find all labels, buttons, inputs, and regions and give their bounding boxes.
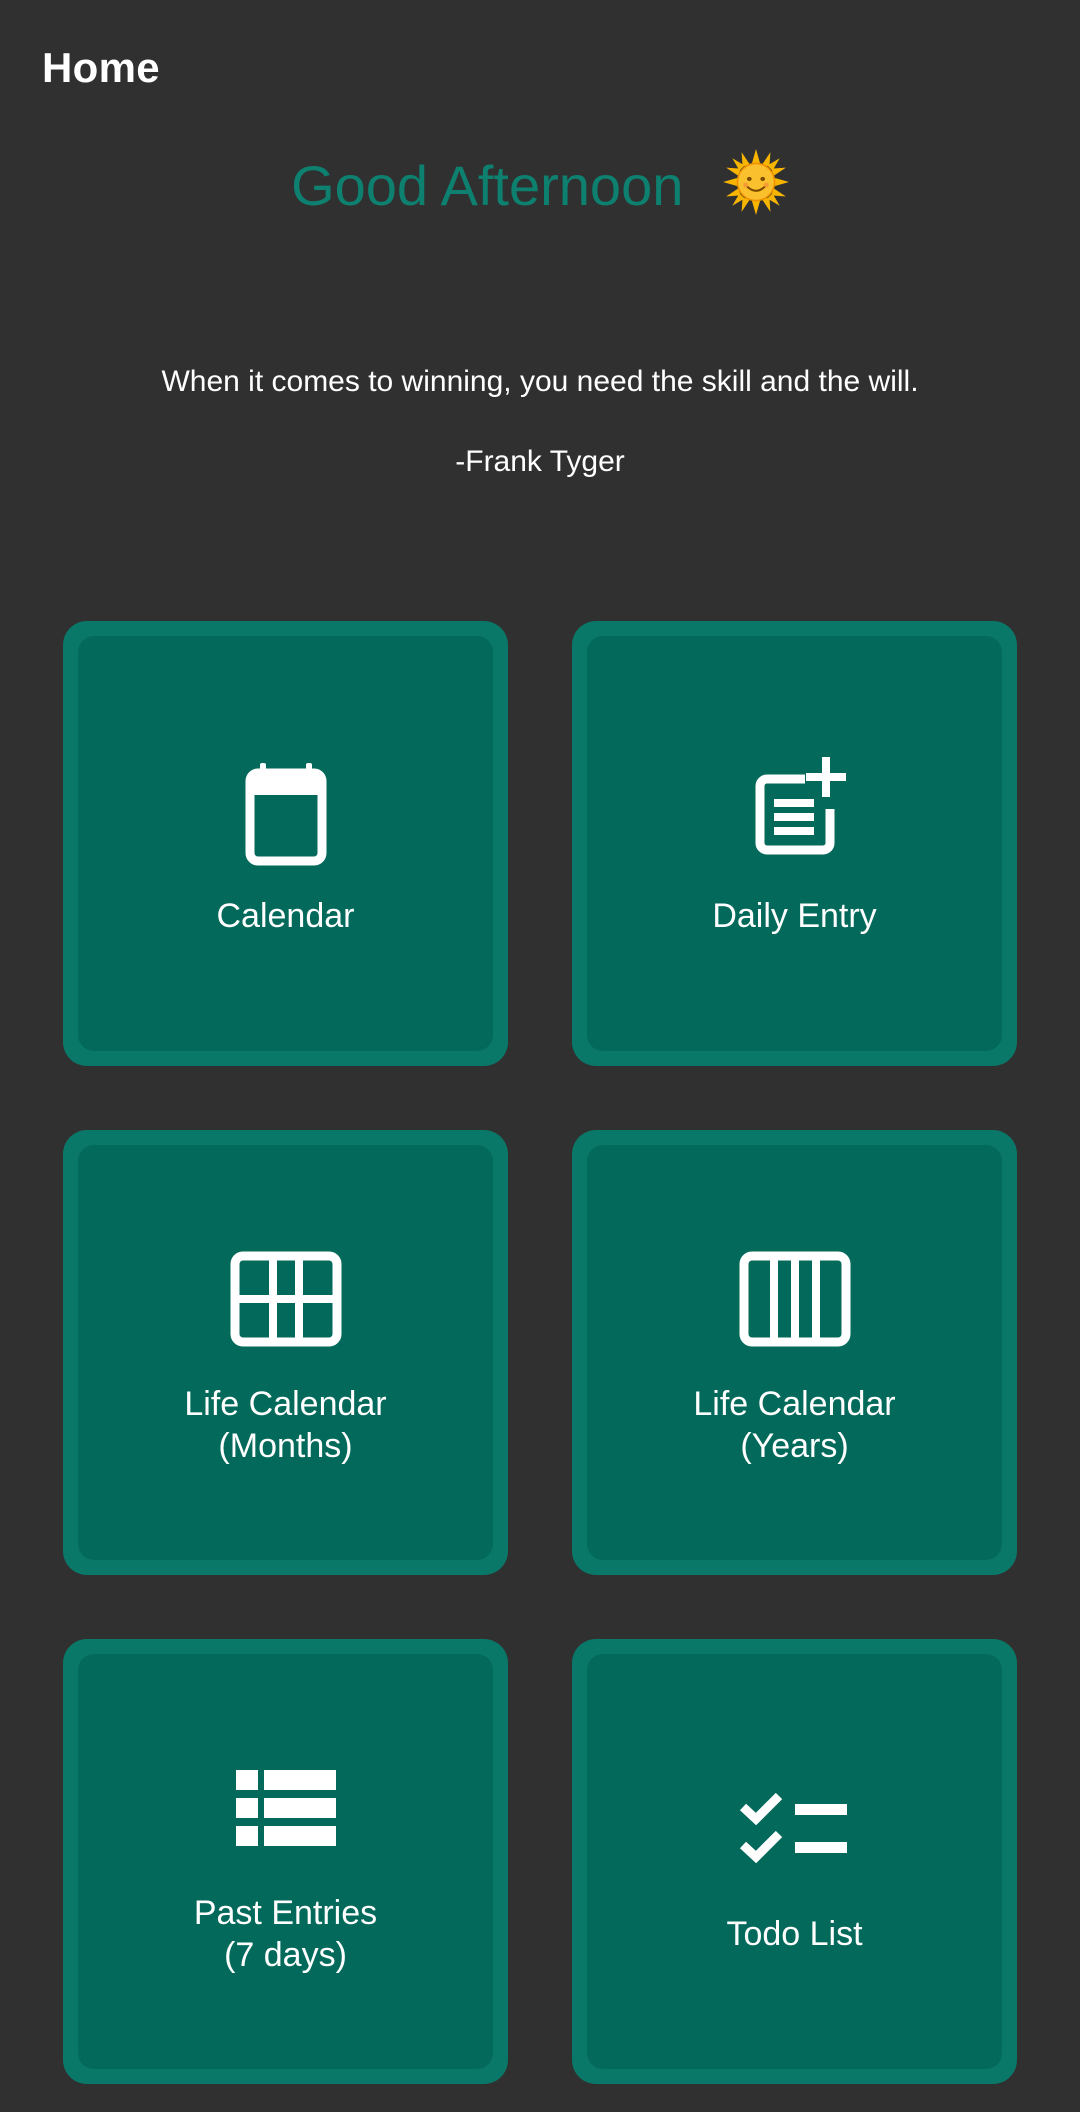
tile-label: Calendar — [216, 896, 355, 935]
tile-label: Past Entries (7 days) — [193, 1893, 378, 1974]
past-entries-tile[interactable]: Past Entries (7 days) — [63, 1639, 508, 2084]
daily-entry-tile[interactable]: Daily Entry — [572, 621, 1017, 1066]
quote-text: When it comes to winning, you need the s… — [161, 365, 919, 398]
sun-icon — [722, 149, 789, 216]
greeting-text: Good Afternoon — [291, 154, 684, 218]
tile-body: Life Calendar (Months) — [78, 1145, 493, 1560]
tile-body: Todo List — [587, 1654, 1002, 2069]
tile-label: Todo List — [726, 1914, 863, 1953]
todo-list-tile[interactable]: Todo List — [572, 1639, 1017, 2084]
tile-body: Past Entries (7 days) — [78, 1654, 493, 2069]
calendar-tile[interactable]: Calendar — [63, 621, 508, 1066]
tile-body: Daily Entry — [587, 636, 1002, 1051]
tile-label: Daily Entry — [712, 896, 877, 935]
tile-label: Life Calendar (Months) — [184, 1384, 387, 1465]
list-icon — [235, 1769, 336, 1846]
quote-author: -Frank Tyger — [455, 445, 625, 478]
tile-body: Life Calendar (Years) — [587, 1145, 1002, 1560]
app-bar: Home — [0, 0, 1080, 136]
calendar-icon — [245, 762, 326, 865]
page-title: Home — [42, 44, 160, 91]
grid-icon — [230, 1251, 341, 1346]
tile-label: Life Calendar (Years) — [693, 1384, 896, 1465]
life-calendar-months-tile[interactable]: Life Calendar (Months) — [63, 1130, 508, 1575]
tile-body: Calendar — [78, 636, 493, 1051]
menu-grid: Calendar Daily Entry Life Calendar (Mont… — [63, 621, 1017, 2084]
checklist-icon — [739, 1792, 847, 1863]
post-add-icon — [755, 756, 846, 854]
greeting: Good Afternoon — [0, 146, 1080, 222]
columns-icon — [739, 1251, 850, 1346]
life-calendar-years-tile[interactable]: Life Calendar (Years) — [572, 1130, 1017, 1575]
